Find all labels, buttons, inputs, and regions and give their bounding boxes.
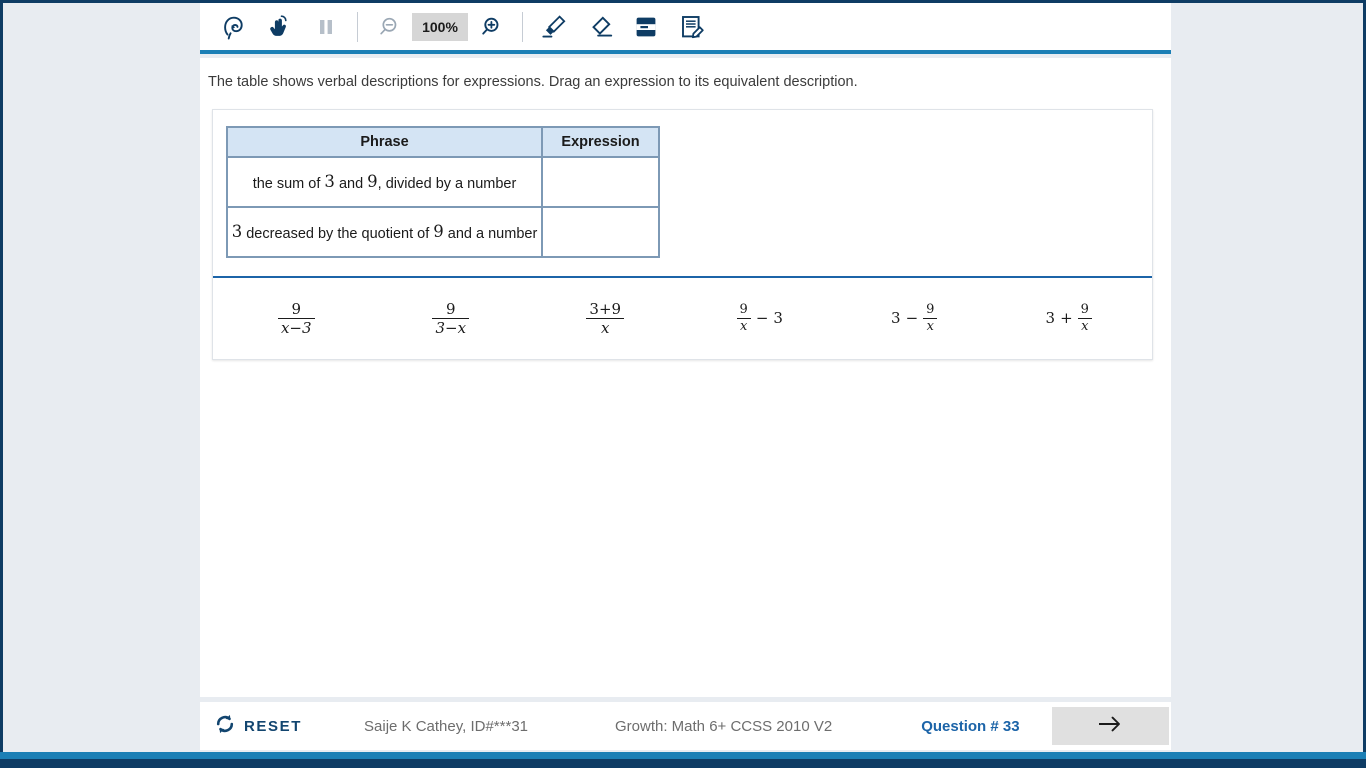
test-name: Growth: Math 6+ CCSS 2010 V2 bbox=[615, 717, 833, 735]
leading-term: 3 bbox=[1045, 309, 1056, 327]
phrase-number: 3 bbox=[324, 172, 335, 191]
expression-drop-zone-2[interactable] bbox=[541, 206, 660, 258]
pause-tool-button[interactable] bbox=[303, 5, 349, 49]
table-header-row: Phrase Expression bbox=[226, 126, 660, 158]
eraser-icon bbox=[586, 13, 614, 41]
operator-symbol: + bbox=[1060, 309, 1073, 327]
expression-9-over-x-minus-3-term: 9 x − 3 bbox=[736, 301, 783, 334]
footer-bar: RESET Saije K Cathey, ID#***31 Growth: M… bbox=[200, 702, 1171, 750]
highlighter-tool-button[interactable] bbox=[531, 5, 577, 49]
highlighter-icon bbox=[540, 13, 568, 41]
column-header-phrase: Phrase bbox=[226, 126, 543, 158]
expression-9-over-3-minus-x: 9 3−x bbox=[432, 299, 470, 337]
phrase-segment: decreased by the quotient of bbox=[242, 226, 434, 242]
item-toolbar: 100% bbox=[200, 3, 1171, 54]
phrase-text-1: the sum of 3 and 9, divided by a number bbox=[252, 172, 517, 192]
fraction-denominator: x bbox=[740, 319, 748, 334]
listen-icon bbox=[221, 13, 247, 41]
line-reader-icon bbox=[632, 13, 660, 41]
trailing-term: 3 bbox=[773, 309, 783, 327]
table-row: 3 decreased by the quotient of 9 and a n… bbox=[226, 206, 660, 258]
bottom-accent-strip-light bbox=[0, 752, 1366, 759]
draggable-expression-1[interactable]: 9 x−3 bbox=[219, 301, 374, 336]
phrase-expression-table: Phrase Expression the sum of 3 and 9, di… bbox=[226, 126, 660, 258]
reset-icon bbox=[214, 713, 236, 740]
reset-label: RESET bbox=[244, 717, 303, 735]
expression-bank: 9 x−3 9 3−x 3+9 x 9 x − 3 3 − 9 x 3 + 9 … bbox=[213, 278, 1152, 359]
leading-term: 3 bbox=[891, 309, 901, 327]
question-number: Question # 33 bbox=[921, 717, 1020, 735]
eraser-tool-button[interactable] bbox=[577, 5, 623, 49]
column-header-expression: Expression bbox=[541, 126, 660, 158]
phrase-segment: , divided by a number bbox=[377, 176, 517, 192]
table-row: the sum of 3 and 9, divided by a number bbox=[226, 156, 660, 208]
table-region: Phrase Expression the sum of 3 and 9, di… bbox=[213, 110, 1152, 276]
phrase-number: 3 bbox=[231, 222, 243, 241]
fraction-denominator: x bbox=[926, 319, 934, 334]
next-question-button[interactable] bbox=[1051, 707, 1169, 745]
zoom-out-button[interactable] bbox=[366, 5, 412, 49]
fraction-numerator: 9 bbox=[1080, 301, 1089, 317]
fraction-denominator: x−3 bbox=[280, 319, 312, 337]
phrase-segment: the sum of bbox=[252, 176, 325, 192]
operator-symbol: − bbox=[755, 309, 769, 327]
line-reader-tool-button[interactable] bbox=[623, 5, 669, 49]
fraction-denominator: x bbox=[1081, 319, 1089, 334]
notepad-tool-button[interactable] bbox=[669, 5, 715, 49]
pointer-tool-button[interactable] bbox=[257, 5, 303, 49]
expression-3-minus-9-over-x: 3 − 9 x bbox=[891, 301, 938, 334]
fraction-numerator: 9 bbox=[739, 301, 748, 317]
zoom-in-icon bbox=[479, 14, 503, 40]
phrase-number: 9 bbox=[433, 222, 444, 241]
question-content-panel: The table shows verbal descriptions for … bbox=[200, 58, 1171, 697]
notepad-icon bbox=[678, 13, 706, 41]
phrase-segment: and a number bbox=[443, 226, 538, 242]
pause-icon bbox=[314, 14, 338, 40]
phrase-text-2: 3 decreased by the quotient of 9 and a n… bbox=[232, 222, 538, 242]
operator-symbol: − bbox=[905, 309, 919, 327]
draggable-expression-3[interactable]: 3+9 x bbox=[528, 301, 683, 336]
expression-9-over-x-minus-3: 9 x−3 bbox=[277, 299, 315, 337]
reset-button[interactable]: RESET bbox=[214, 713, 302, 740]
pointer-hand-icon bbox=[267, 13, 293, 41]
fraction-denominator: x bbox=[601, 319, 610, 337]
fraction-numerator: 9 bbox=[445, 299, 456, 318]
fraction-numerator: 3+9 bbox=[589, 299, 622, 318]
bottom-accent-strip-dark bbox=[0, 759, 1366, 768]
listen-tool-button[interactable] bbox=[211, 5, 257, 49]
expression-3-plus-9-over-x: 3+9 x bbox=[586, 299, 625, 337]
zoom-out-icon bbox=[377, 14, 401, 40]
zoom-level-display[interactable]: 100% bbox=[412, 12, 468, 41]
fraction-numerator: 9 bbox=[926, 301, 935, 317]
draggable-expression-5[interactable]: 3 − 9 x bbox=[837, 301, 992, 334]
fraction-numerator: 9 bbox=[291, 299, 302, 318]
phrase-number: 9 bbox=[367, 172, 378, 191]
draggable-expression-2[interactable]: 9 3−x bbox=[374, 301, 529, 336]
phrase-segment: and bbox=[334, 176, 368, 192]
toolbar-divider-1 bbox=[357, 11, 358, 42]
fraction-denominator: 3−x bbox=[435, 319, 467, 337]
drag-drop-item-card: Phrase Expression the sum of 3 and 9, di… bbox=[212, 109, 1153, 360]
question-stem: The table shows verbal descriptions for … bbox=[208, 74, 858, 90]
arrow-right-icon bbox=[1095, 714, 1125, 739]
phrase-cell-1: the sum of 3 and 9, divided by a number bbox=[226, 156, 543, 208]
draggable-expression-6[interactable]: 3 + 9 x bbox=[992, 301, 1147, 334]
application-frame: 100% The table shows verbal descriptions… bbox=[0, 0, 1366, 768]
zoom-in-button[interactable] bbox=[468, 5, 514, 49]
phrase-cell-2: 3 decreased by the quotient of 9 and a n… bbox=[226, 206, 543, 258]
expression-3-plus-9-over-x-term: 3 + 9 x bbox=[1045, 301, 1092, 334]
toolbar-divider-2 bbox=[522, 11, 523, 42]
student-info: Saije K Cathey, ID#***31 bbox=[364, 717, 528, 735]
draggable-expression-4[interactable]: 9 x − 3 bbox=[683, 301, 838, 334]
expression-drop-zone-1[interactable] bbox=[541, 156, 660, 208]
